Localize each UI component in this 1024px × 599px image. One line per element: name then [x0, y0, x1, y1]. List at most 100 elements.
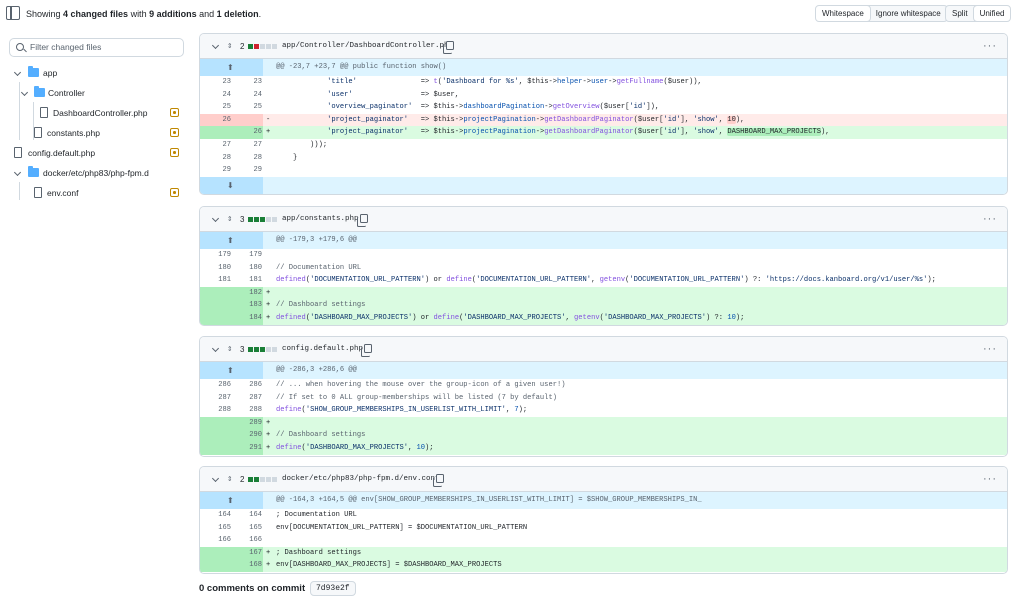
diff-line: 165 165 env[DOCUMENTATION_URL_PATTERN] = $…	[218, 523, 528, 532]
expand-up-icon[interactable]: ⬆	[227, 59, 234, 76]
expand-up-icon[interactable]: ⬆	[227, 232, 234, 249]
file-header: ⇕ 2 app/Controller/DashboardController.p…	[200, 34, 1007, 59]
more-options-icon[interactable]: ···	[983, 207, 997, 232]
file-diff-env-conf: ⇕ 2 docker/etc/php83/php-fpm.d/env.conf …	[199, 466, 1008, 574]
expand-icon[interactable]: ⇕	[227, 467, 232, 492]
copy-icon[interactable]	[433, 474, 444, 487]
diff-line-added: 289 +	[200, 416, 1007, 430]
expand-icon[interactable]: ⇕	[227, 34, 232, 59]
diff-line: 287 287// If set to 0 ALL group-membershi…	[218, 393, 557, 402]
file-modified-icon	[170, 148, 179, 157]
hunk-header: ⬆ @@ -23,7 +23,7 @@ public function show(…	[200, 59, 1007, 76]
tree-file-config[interactable]: config.default.php	[0, 143, 190, 163]
chevron-down-icon	[13, 168, 22, 177]
commit-sha[interactable]: 7d93e2f	[310, 581, 356, 596]
file-modified-icon	[170, 128, 179, 137]
diff-line: 24 24 'user' => $user,	[222, 90, 460, 99]
expand-icon[interactable]: ⇕	[227, 207, 232, 232]
diffstat	[248, 477, 277, 482]
file-header: ⇕ 3 config.default.php ···	[200, 337, 1007, 362]
diff-line-added: 168 + env[DASHBOARD_MAX_PROJECTS] = $DASHB…	[200, 559, 1007, 572]
diff-line: 286 286// ... when hovering the mouse ove…	[218, 381, 566, 389]
chevron-down-icon[interactable]	[211, 474, 220, 483]
diff-line: 28 28 }	[222, 153, 298, 162]
file-header: ⇕ 2 docker/etc/php83/php-fpm.d/env.conf …	[200, 467, 1007, 492]
unified-button[interactable]: Unified	[972, 6, 1011, 21]
hunk-header: ⬆ @@ -179,3 +179,6 @@	[200, 232, 1007, 249]
file-name[interactable]: app/constants.php	[282, 207, 359, 232]
folder-icon	[28, 66, 39, 77]
chevron-down-icon[interactable]	[211, 344, 220, 353]
tree-file-env[interactable]: env.conf	[0, 183, 190, 203]
hunk-header: ⬆ @@ -286,3 +286,6 @@	[200, 362, 1007, 379]
diff-line: 25 25 'overview_paginator' => $this->dash…	[222, 103, 660, 112]
filter-files-input[interactable]: Filter changed files	[9, 38, 184, 57]
diff-line: 164 164; Documentation URL	[218, 511, 357, 519]
expand-up-icon[interactable]: ⬆	[227, 492, 234, 509]
diff-toolbar: Showing 4 changed files with 9 additions…	[0, 0, 1024, 30]
diff-line-added: 184 + defined('DASHBOARD_MAX_PROJECTS') or…	[200, 311, 1007, 325]
ignore-whitespace-button[interactable]: Ignore whitespace	[870, 6, 947, 21]
diff-line-added: 182 +	[200, 286, 1007, 300]
tree-folder-docker[interactable]: docker/etc/php83/php-fpm.d	[0, 163, 190, 183]
diff-line: 29 29	[222, 166, 262, 175]
more-options-icon[interactable]: ···	[983, 337, 997, 362]
diff-line: 23 23 'title' => t('Dashboard for %s', $t…	[222, 78, 702, 86]
file-name[interactable]: docker/etc/php83/php-fpm.d/env.conf	[282, 467, 440, 492]
diff-line: 181 181 defined('DOCUMENTATION_URL_PATTERN…	[218, 276, 936, 285]
diff-line: 27 27 )));	[222, 140, 328, 149]
copy-icon[interactable]	[361, 344, 372, 357]
file-icon	[34, 187, 42, 198]
file-icon	[40, 107, 48, 118]
expand-up-icon[interactable]: ⬆	[227, 362, 234, 379]
tree-folder-controller[interactable]: Controller	[0, 83, 190, 103]
file-icon	[34, 127, 42, 138]
folder-icon	[28, 166, 39, 177]
file-icon	[14, 147, 22, 158]
file-diff-config-default: ⇕ 3 config.default.php ··· ⬆ @@ -286,3 +2…	[199, 336, 1008, 457]
diffstat	[248, 44, 277, 49]
whitespace-toggle: Whitespace Ignore whitespace	[815, 5, 948, 22]
chevron-down-icon[interactable]	[211, 41, 220, 50]
diff-line: 288 288 define('SHOW_GROUP_MEMBERSHIPS_IN_…	[218, 406, 528, 415]
file-diff-dashboardcontroller: ⇕ 2 app/Controller/DashboardController.p…	[199, 33, 1008, 195]
comments-count: 0 comments on commit	[199, 583, 306, 594]
diff-line: 179 179	[218, 251, 262, 259]
expand-icon[interactable]: ⇕	[227, 337, 232, 362]
hunk-header: ⬆ @@ -164,3 +164,5 @@ env[SHOW_GROUP_MEMB…	[200, 492, 1007, 509]
expand-down-row[interactable]: ⬇	[200, 176, 1007, 194]
copy-icon[interactable]	[357, 214, 368, 227]
file-modified-icon	[170, 108, 179, 117]
diff-line: 180 180// Documentation URL	[218, 263, 362, 272]
file-modified-icon	[170, 188, 179, 197]
diff-summary: Showing 4 changed files with 9 additions…	[26, 9, 262, 19]
diffstat	[248, 347, 277, 352]
tree-file-constants[interactable]: constants.php	[0, 123, 190, 143]
diff-line-added: 290 +// Dashboard settings	[200, 429, 1007, 442]
diff-line-added: 291 + define('DASHBOARD_MAX_PROJECTS', 10)…	[200, 441, 1007, 455]
diff-line-added: 26 + 'project_paginator' => $this->projec…	[200, 126, 1007, 139]
tree-file-dashboardcontroller[interactable]: DashboardController.php	[0, 103, 190, 123]
tree-folder-app[interactable]: app	[0, 63, 190, 83]
search-icon	[16, 43, 24, 51]
diffstat	[248, 217, 277, 222]
folder-icon	[34, 86, 45, 97]
chevron-down-icon	[13, 68, 22, 77]
file-name[interactable]: app/Controller/DashboardController.php	[282, 34, 453, 59]
view-toggle: Split Unified	[945, 5, 1012, 22]
diff-line: 166 166	[218, 536, 262, 545]
expand-down-icon[interactable]: ⬇	[227, 177, 234, 194]
chevron-down-icon[interactable]	[211, 214, 220, 223]
file-header: ⇕ 3 app/constants.php ···	[200, 207, 1007, 232]
chevron-down-icon	[20, 88, 29, 97]
more-options-icon[interactable]: ···	[983, 467, 997, 492]
diff-line-added: 183 +// Dashboard settings	[200, 299, 1007, 312]
file-diff-constants: ⇕ 3 app/constants.php ··· ⬆ @@ -179,3 +17…	[199, 206, 1008, 326]
diff-line-deleted: 26- 'project_paginator' => $this->projec…	[200, 113, 1007, 127]
copy-icon[interactable]	[443, 41, 454, 54]
file-name[interactable]: config.default.php	[282, 337, 363, 362]
split-button[interactable]: Split	[946, 6, 974, 21]
sidebar-toggle-icon[interactable]	[6, 6, 20, 20]
more-options-icon[interactable]: ···	[983, 34, 997, 59]
whitespace-button[interactable]: Whitespace	[815, 6, 871, 21]
